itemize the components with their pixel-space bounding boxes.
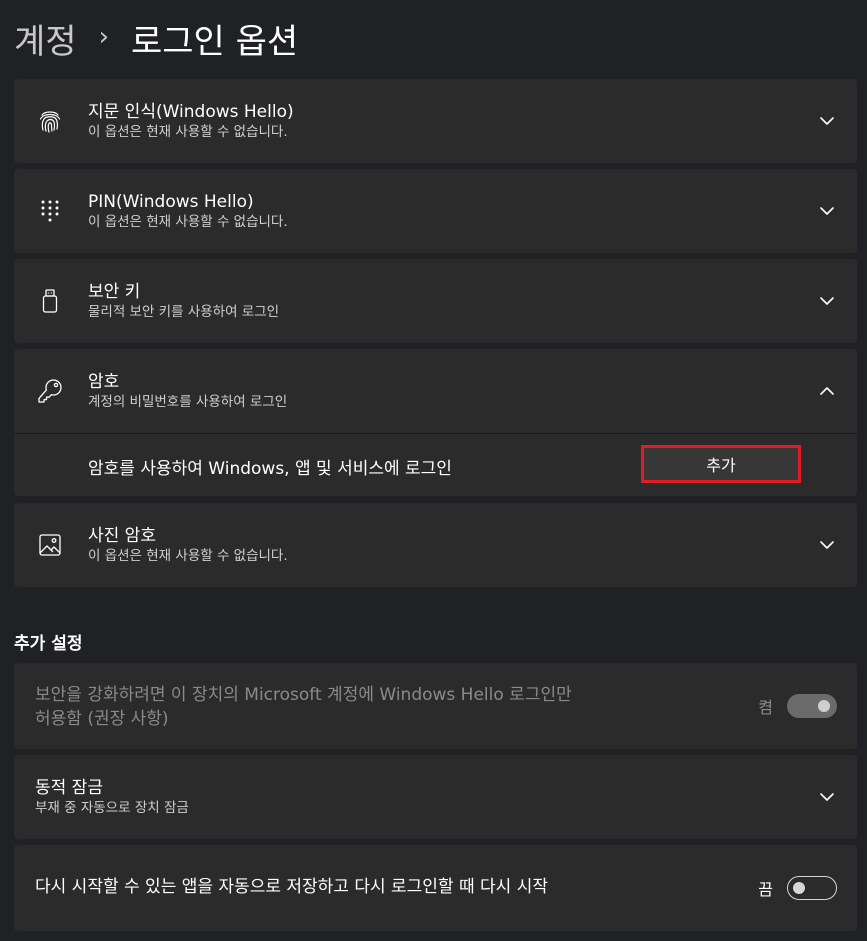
security-key-option-text: 보안 키 물리적 보안 키를 사용하여 로그인 xyxy=(88,281,279,321)
security-key-option-subtitle: 물리적 보안 키를 사용하여 로그인 xyxy=(88,304,280,320)
pin-option-subtitle: 이 옵션은 현재 사용할 수 없습니다. xyxy=(88,214,288,230)
password-option-header[interactable]: 암호 계정의 비밀번호를 사용하여 로그인 xyxy=(14,349,857,433)
pin-option-title: PIN(Windows Hello) xyxy=(88,192,254,212)
security-key-option-title: 보안 키 xyxy=(88,282,141,302)
picture-icon xyxy=(36,531,64,559)
restart-apps-toggle-label: 끔 xyxy=(758,880,773,899)
security-key-option-card[interactable]: 보안 키 물리적 보안 키를 사용하여 로그인 xyxy=(14,259,857,343)
password-detail-row: 암호를 사용하여 Windows, 앱 및 서비스에 로그인 추가 xyxy=(14,434,857,496)
dynamic-lock-text: 동적 잠금 부재 중 자동으로 장치 잠금 xyxy=(35,777,189,817)
fingerprint-option-header[interactable]: 지문 인식(Windows Hello) 이 옵션은 현재 사용할 수 없습니다… xyxy=(14,79,857,163)
restart-apps-toggle-wrap: 끔 xyxy=(758,876,837,900)
picture-password-option-card[interactable]: 사진 암호 이 옵션은 현재 사용할 수 없습니다. xyxy=(14,503,857,587)
windows-hello-only-toggle-label: 켬 xyxy=(758,698,773,717)
chevron-down-icon[interactable] xyxy=(817,787,837,807)
chevron-down-icon[interactable] xyxy=(817,111,837,131)
dynamic-lock-subtitle: 부재 중 자동으로 장치 잠금 xyxy=(35,800,189,816)
breadcrumb: 계정 › 로그인 옵션 xyxy=(14,10,298,66)
picture-password-option-title: 사진 암호 xyxy=(88,526,156,546)
restart-apps-toggle[interactable] xyxy=(787,876,837,900)
pin-option-card[interactable]: PIN(Windows Hello) 이 옵션은 현재 사용할 수 없습니다. xyxy=(14,169,857,253)
fingerprint-option-subtitle: 이 옵션은 현재 사용할 수 없습니다. xyxy=(88,124,288,140)
restart-apps-title: 다시 시작할 수 있는 앱을 자동으로 저장하고 다시 로그인할 때 다시 시작 xyxy=(35,877,549,897)
windows-hello-only-line1: 보안을 강화하려면 이 장치의 Microsoft 계정에 Windows He… xyxy=(35,685,572,705)
password-detail-text: 암호를 사용하여 Windows, 앱 및 서비스에 로그인 xyxy=(88,459,452,479)
toggle-knob xyxy=(818,700,830,712)
breadcrumb-separator: › xyxy=(98,22,109,52)
dynamic-lock-title: 동적 잠금 xyxy=(35,778,103,798)
fingerprint-option-title: 지문 인식(Windows Hello) xyxy=(88,102,294,122)
chevron-down-icon[interactable] xyxy=(817,201,837,221)
fingerprint-option-card[interactable]: 지문 인식(Windows Hello) 이 옵션은 현재 사용할 수 없습니다… xyxy=(14,79,857,163)
password-option-text: 암호 계정의 비밀번호를 사용하여 로그인 xyxy=(88,371,287,411)
picture-password-option-text: 사진 암호 이 옵션은 현재 사용할 수 없습니다. xyxy=(88,525,288,565)
chevron-down-icon[interactable] xyxy=(817,535,837,555)
restart-apps-text: 다시 시작할 수 있는 앱을 자동으로 저장하고 다시 로그인할 때 다시 시작 xyxy=(35,876,548,898)
dynamic-lock-header[interactable]: 동적 잠금 부재 중 자동으로 장치 잠금 xyxy=(14,755,857,839)
windows-hello-only-line2: 허용함 (권장 사항) xyxy=(35,709,169,729)
picture-password-option-header[interactable]: 사진 암호 이 옵션은 현재 사용할 수 없습니다. xyxy=(14,503,857,587)
usb-key-icon xyxy=(36,287,64,315)
fingerprint-option-text: 지문 인식(Windows Hello) 이 옵션은 현재 사용할 수 없습니다… xyxy=(88,101,294,141)
restart-apps-card: 다시 시작할 수 있는 앱을 자동으로 저장하고 다시 로그인할 때 다시 시작… xyxy=(14,845,857,931)
breadcrumb-parent-link[interactable]: 계정 xyxy=(14,14,77,63)
additional-settings-header: 추가 설정 xyxy=(14,634,83,654)
pin-option-text: PIN(Windows Hello) 이 옵션은 현재 사용할 수 없습니다. xyxy=(88,191,288,231)
picture-password-option-subtitle: 이 옵션은 현재 사용할 수 없습니다. xyxy=(88,548,288,564)
add-password-button[interactable]: 추가 xyxy=(641,445,801,483)
chevron-down-icon[interactable] xyxy=(817,291,837,311)
password-option-card[interactable]: 암호 계정의 비밀번호를 사용하여 로그인 암호를 사용하여 Windows, … xyxy=(14,349,857,496)
windows-hello-only-text: 보안을 강화하려면 이 장치의 Microsoft 계정에 Windows He… xyxy=(35,683,572,731)
toggle-knob xyxy=(793,882,805,894)
fingerprint-icon xyxy=(36,107,64,135)
page-title: 로그인 옵션 xyxy=(130,21,299,62)
chevron-up-icon[interactable] xyxy=(817,381,837,401)
windows-hello-only-toggle-wrap: 켬 xyxy=(758,694,837,718)
password-option-title: 암호 xyxy=(88,372,120,392)
windows-hello-only-card: 보안을 강화하려면 이 장치의 Microsoft 계정에 Windows He… xyxy=(14,663,857,749)
dynamic-lock-card[interactable]: 동적 잠금 부재 중 자동으로 장치 잠금 xyxy=(14,755,857,839)
pin-option-header[interactable]: PIN(Windows Hello) 이 옵션은 현재 사용할 수 없습니다. xyxy=(14,169,857,253)
key-icon xyxy=(36,377,64,405)
keypad-icon xyxy=(36,197,64,225)
security-key-option-header[interactable]: 보안 키 물리적 보안 키를 사용하여 로그인 xyxy=(14,259,857,343)
windows-hello-only-toggle xyxy=(787,694,837,718)
password-option-subtitle: 계정의 비밀번호를 사용하여 로그인 xyxy=(88,394,288,410)
